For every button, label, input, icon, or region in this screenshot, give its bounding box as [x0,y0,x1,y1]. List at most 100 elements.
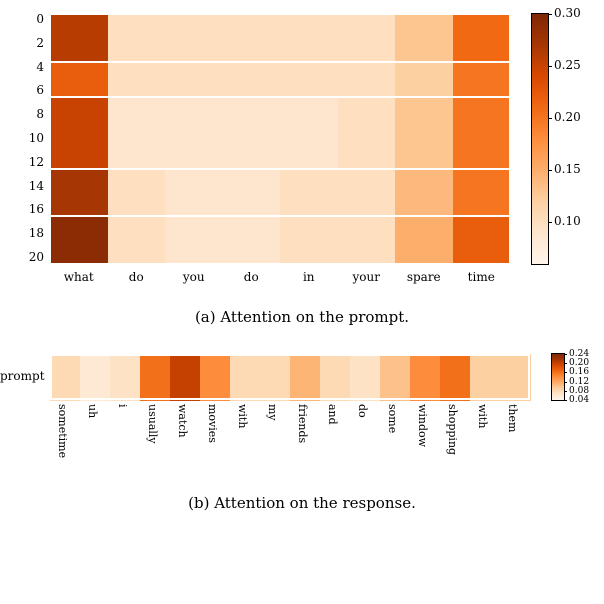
heatmap-cell [280,169,338,181]
heatmap-cell [470,354,501,401]
heatmap-cell [223,121,281,133]
heatmap-cell [380,354,411,401]
x-tick-label: spare [407,270,441,284]
heatmap-cell [338,109,396,121]
colorbar-tick [548,14,552,15]
heatmap-cell [395,240,453,252]
heatmap-cell [280,181,338,193]
heatmap-cell [453,145,511,157]
heatmap-cell [165,26,223,38]
heatmap-cell [108,216,166,228]
heatmap-cell [80,354,111,401]
colorbar-tick-label: 0.20 [569,358,589,368]
x-tick-label: and [326,404,339,425]
heatmap-cell [223,228,281,240]
heatmap-cell [200,354,231,401]
colorbar-gradient [552,354,564,400]
heatmap-cell [320,354,351,401]
heatmap-cell [453,14,511,26]
heatmap-cell [338,228,396,240]
grid-line [528,354,530,400]
heatmap-cell [395,193,453,205]
heatmap-cell [338,121,396,133]
grid-line [50,263,510,265]
heatmap-cell [453,216,511,228]
colorbar-tick-label: 0.08 [569,386,589,396]
colorbar-tick-label: 0.16 [569,367,589,377]
heatmap-cell [280,121,338,133]
heatmap-cell [350,354,381,401]
heatmap-cell [50,14,108,26]
x-tick-label: some [386,404,399,433]
colorbar-tick [564,391,567,392]
heatmap-cell [108,14,166,26]
heatmap-cell [338,74,396,86]
x-tick-label: friends [296,404,309,443]
heatmap-cell [223,62,281,74]
colorbar-tick [548,222,552,223]
x-tick-label: time [468,270,495,284]
y-tick-label: 14 [0,179,44,193]
y-tick-label: 16 [0,202,44,216]
heatmap-cell [50,145,108,157]
heatmap-cell [108,181,166,193]
heatmap-cell [165,38,223,50]
heatmap-cell [500,354,531,401]
heatmap-cell [50,26,108,38]
heatmap-cell [453,97,511,109]
heatmap-cell [223,97,281,109]
heatmap-cell [280,193,338,205]
heatmap-cell [50,121,108,133]
grid-line [50,354,530,356]
heatmap-cell [453,228,511,240]
heatmap-cell [440,354,471,401]
heatmap-cell [108,26,166,38]
heatmap-cell [395,26,453,38]
heatmap-cell [395,62,453,74]
heatmap-cell [338,216,396,228]
heatmap-cell [110,354,141,401]
caption-a: (a) Attention on the prompt. [0,308,604,326]
heatmap-cell [108,62,166,74]
heatmap-cell [395,216,453,228]
grid-line [50,61,510,63]
heatmap-cell [50,62,108,74]
heatmap-cell [165,228,223,240]
grid-line [50,13,510,15]
heatmap-cell [223,145,281,157]
y-tick-label: 0 [0,12,44,26]
figure: 02468101214161820 whatdoyoudoinyourspare… [0,0,604,552]
colorbar-tick [548,66,552,67]
heatmap-cell [50,354,81,401]
heatmap-cell [280,228,338,240]
heatmap-cell [338,97,396,109]
colorbar-b: 0.040.080.120.160.200.24 [552,354,564,400]
heatmap-cell [108,97,166,109]
x-tick-label: sometime [56,404,69,458]
y-tick-label: 6 [0,83,44,97]
heatmap-cell [453,109,511,121]
heatmap-cell [165,133,223,145]
x-tick-label: shopping [446,404,459,455]
heatmap-cell [395,169,453,181]
y-tick-label: 4 [0,60,44,74]
heatmap-cell [338,240,396,252]
heatmap-cell [223,216,281,228]
heatmap-cell [223,193,281,205]
heatmap-cell [280,74,338,86]
heatmap-cell [165,216,223,228]
heatmap-cell [395,121,453,133]
y-tick-label: 18 [0,226,44,240]
colorbar-gradient [532,14,548,264]
heatmap-cell [395,145,453,157]
heatmap-cell [280,26,338,38]
heatmap-cell [50,216,108,228]
heatmap-cell [338,181,396,193]
heatmap-cell [453,181,511,193]
panel-b: prompt sometimeuhiusuallywatchmovieswith… [0,340,604,552]
heatmap-cell [338,169,396,181]
heatmap-cell [108,74,166,86]
heatmap-cell [453,169,511,181]
heatmap-cell [338,133,396,145]
heatmap-cell [395,228,453,240]
